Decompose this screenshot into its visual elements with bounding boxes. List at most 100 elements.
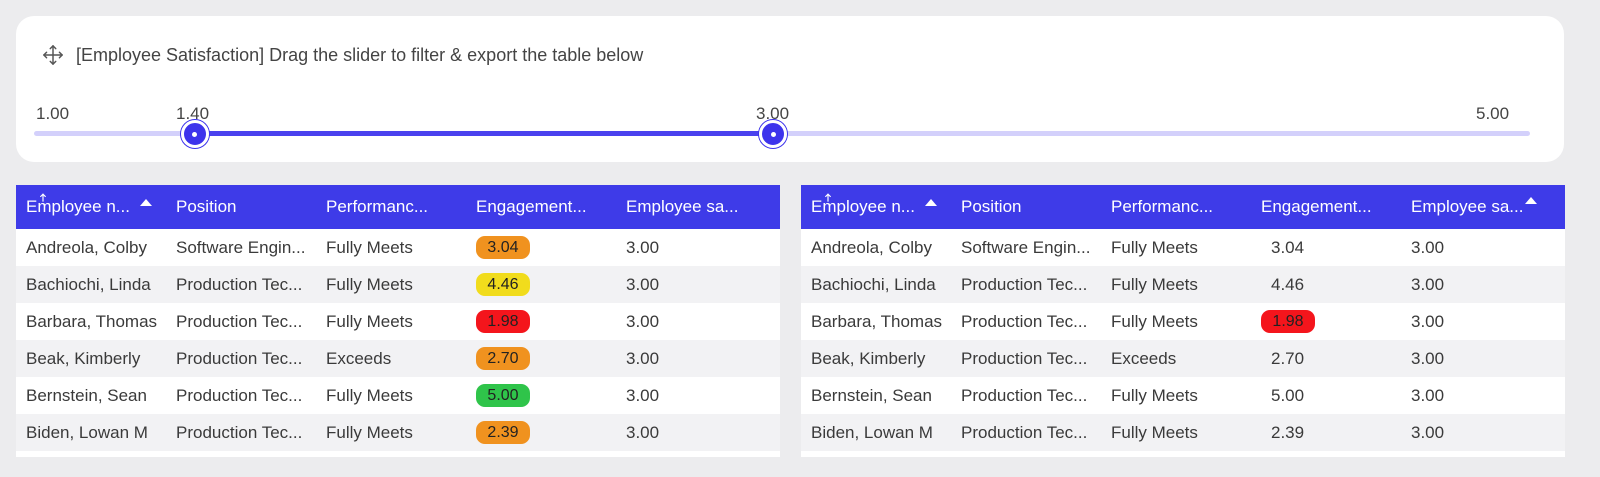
table-row[interactable]: Beak, Kimberly Production Tec... Exceeds 2.… — [16, 340, 780, 377]
cell-performance: Fully Meets — [1111, 274, 1198, 294]
table-left-header: Employee n... Position Performanc... Eng… — [16, 185, 780, 229]
sort-asc-icon[interactable] — [925, 199, 937, 206]
table-row[interactable]: Barbara, Thomas Production Tec... Fully Me… — [16, 303, 780, 340]
cell-employee-satisfaction: 3.00 — [1411, 385, 1445, 405]
cell-performance: Fully Meets — [326, 274, 413, 294]
table-row[interactable]: Andreola, Colby Software Engin... Fully Me… — [801, 229, 1565, 266]
engagement-value: 3.04 — [1271, 237, 1305, 257]
card-title-text: [Employee Satisfaction] Drag the slider … — [76, 44, 644, 65]
table-left: Employee n... Position Performanc... Eng… — [16, 185, 780, 457]
engagement-badge: 2.39 — [476, 421, 530, 444]
cell-employee-name: Barbara, Thomas — [811, 311, 943, 331]
cell-employee-name: Bernstein, Sean — [811, 385, 932, 405]
cell-engagement: 4.46 — [466, 273, 616, 296]
cell-engagement: 3.04 — [1251, 238, 1401, 258]
column-header-employee-satisfaction[interactable]: Employee sa... — [1401, 185, 1565, 229]
table-row[interactable]: Bachiochi, Linda Production Tec... Fully M… — [801, 266, 1565, 303]
slider-card: [Employee Satisfaction] Drag the slider … — [16, 16, 1564, 162]
cell-position: Production Tec... — [176, 311, 303, 331]
cell-position: Production Tec... — [176, 385, 303, 405]
cell-employee-satisfaction: 3.00 — [1411, 422, 1445, 442]
table-row[interactable]: Biden, Lowan M Production Tec... Fully Mee… — [801, 414, 1565, 451]
cell-employee-satisfaction: 3.00 — [626, 237, 660, 257]
column-header-performance[interactable]: Performanc... — [1101, 185, 1251, 229]
cell-performance: Exceeds — [1111, 348, 1177, 368]
cell-employee-name: Biden, Lowan M — [26, 422, 148, 442]
cell-employee-name: Bachiochi, Linda — [26, 274, 151, 294]
engagement-value: 4.46 — [1271, 274, 1305, 294]
move-icon[interactable] — [42, 44, 64, 66]
cell-position: Software Engin... — [176, 237, 306, 257]
cell-position: Production Tec... — [961, 422, 1088, 442]
column-header-employee-name[interactable]: Employee n... — [16, 185, 166, 229]
cell-performance: Fully Meets — [326, 311, 413, 331]
cell-employee-satisfaction: 3.00 — [1411, 237, 1445, 257]
cell-engagement: 5.00 — [1251, 386, 1401, 406]
slider-low-thumb[interactable] — [180, 120, 209, 148]
cell-position: Production Tec... — [961, 274, 1088, 294]
table-row[interactable]: Bernstein, Sean Production Tec... Fully Me… — [16, 377, 780, 414]
slider-min-label: 1.00 — [36, 104, 70, 123]
cell-employee-satisfaction: 3.00 — [626, 348, 660, 368]
engagement-badge: 5.00 — [476, 384, 530, 407]
cell-performance: Fully Meets — [1111, 422, 1198, 442]
engagement-badge: 1.98 — [1261, 310, 1315, 333]
cell-performance: Fully Meets — [1111, 237, 1198, 257]
cell-engagement: 2.70 — [1251, 349, 1401, 369]
cell-performance: Fully Meets — [326, 237, 413, 257]
engagement-value: 2.70 — [1271, 348, 1305, 368]
cell-employee-satisfaction: 3.00 — [1411, 311, 1445, 331]
table-row[interactable]: Biden, Lowan M Production Tec... Fully Mee… — [16, 414, 780, 451]
engagement-badge: 2.70 — [476, 347, 530, 370]
table-right: Employee n... Position Performanc... Eng… — [801, 185, 1565, 457]
table-row[interactable]: Andreola, Colby Software Engin... Fully Me… — [16, 229, 780, 266]
table-row[interactable]: Barbara, Thomas Production Tec... Fully Me… — [801, 303, 1565, 340]
cell-engagement: 2.39 — [1251, 423, 1401, 443]
column-header-employee-satisfaction[interactable]: Employee sa... — [616, 185, 780, 229]
cell-employee-name: Andreola, Colby — [811, 237, 932, 257]
column-header-performance[interactable]: Performanc... — [316, 185, 466, 229]
cell-employee-name: Biden, Lowan M — [811, 422, 933, 442]
column-header-employee-name[interactable]: Employee n... — [801, 185, 951, 229]
cell-performance: Exceeds — [326, 348, 392, 368]
column-header-engagement[interactable]: Engagement... — [466, 185, 616, 229]
cell-position: Software Engin... — [961, 237, 1091, 257]
cell-employee-name: Barbara, Thomas — [26, 311, 158, 331]
column-header-position[interactable]: Position — [166, 185, 316, 229]
column-header-position[interactable]: Position — [951, 185, 1101, 229]
sort-asc-icon[interactable] — [140, 199, 152, 206]
table-row[interactable]: Beak, Kimberly Production Tec... Exceeds 2.… — [801, 340, 1565, 377]
table-row[interactable]: Bernstein, Sean Production Tec... Fully Me… — [801, 377, 1565, 414]
cell-employee-name: Bachiochi, Linda — [811, 274, 936, 294]
cell-performance: Fully Meets — [1111, 385, 1198, 405]
engagement-badge: 3.04 — [476, 236, 530, 259]
cell-engagement: 4.46 — [1251, 275, 1401, 295]
table-row[interactable]: Bachiochi, Linda Production Tec... Fully M… — [16, 266, 780, 303]
cell-employee-name: Beak, Kimberly — [811, 348, 926, 368]
cell-position: Production Tec... — [176, 348, 303, 368]
cell-position: Production Tec... — [176, 274, 303, 294]
table-left-body: Andreola, Colby Software Engin... Fully Me… — [16, 229, 780, 451]
slider-range-fill — [194, 131, 773, 136]
cell-engagement: 1.98 — [1251, 310, 1401, 333]
cell-position: Production Tec... — [961, 385, 1088, 405]
engagement-value: 2.39 — [1271, 422, 1305, 442]
cell-employee-name: Andreola, Colby — [26, 237, 147, 257]
table-right-body: Andreola, Colby Software Engin... Fully Me… — [801, 229, 1565, 451]
cell-employee-satisfaction: 3.00 — [1411, 348, 1445, 368]
column-header-engagement[interactable]: Engagement... — [1251, 185, 1401, 229]
slider-high-thumb[interactable] — [759, 120, 787, 148]
cell-engagement: 2.39 — [466, 421, 616, 444]
cell-employee-satisfaction: 3.00 — [626, 422, 660, 442]
sort-icon[interactable] — [1525, 197, 1537, 204]
slider-max-label: 5.00 — [1476, 104, 1510, 123]
cell-engagement: 3.04 — [466, 236, 616, 259]
engagement-badge: 4.46 — [476, 273, 530, 296]
card-title: [Employee Satisfaction] Drag the slider … — [42, 44, 643, 66]
cell-performance: Fully Meets — [326, 422, 413, 442]
table-right-header: Employee n... Position Performanc... Eng… — [801, 185, 1565, 229]
cell-employee-satisfaction: 3.00 — [626, 274, 660, 294]
cell-engagement: 2.70 — [466, 347, 616, 370]
cell-position: Production Tec... — [176, 422, 303, 442]
cell-employee-satisfaction: 3.00 — [1411, 274, 1445, 294]
